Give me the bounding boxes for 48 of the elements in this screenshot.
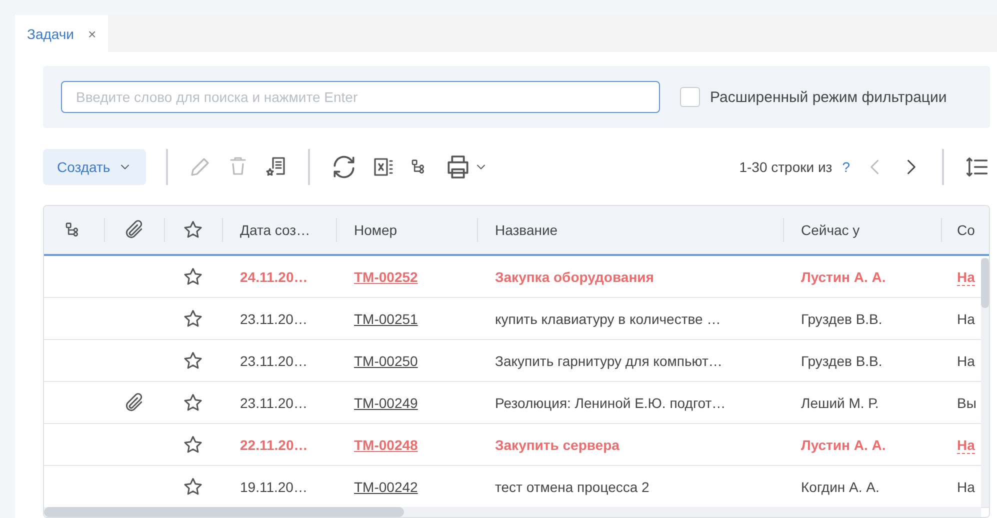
table-cell: На	[957, 478, 975, 496]
paging-text: 1-30 строки из	[739, 159, 832, 175]
star-icon[interactable]	[182, 392, 204, 414]
tab[interactable]: Задачи ×	[15, 15, 108, 52]
create-button[interactable]: Создать	[43, 149, 146, 185]
date-cell: 23.11.20…	[222, 298, 336, 340]
paperclip-icon	[123, 219, 145, 241]
checkbox[interactable]	[680, 87, 700, 107]
task-number-link[interactable]: ТМ-00242	[354, 478, 418, 494]
assignee-cell: Груздев В.В.	[783, 340, 941, 382]
task-number-link[interactable]: ТМ-00250	[354, 352, 418, 368]
assignee-cell: Груздев В.В.	[783, 298, 941, 340]
task-title-cell: Резолюция: Лениной Е.Ю. подгот…	[477, 382, 783, 424]
column-header[interactable]: Дата соз…	[222, 206, 336, 255]
task-title-cell: Закупка оборудования	[477, 255, 783, 298]
star-icon[interactable]	[182, 350, 204, 372]
table-cell: На	[957, 436, 975, 454]
table-cell: На	[957, 310, 975, 328]
assignee-cell: Лустин А. А.	[783, 255, 941, 298]
search-field[interactable]: Введите слово для поиска и нажмите Enter	[61, 81, 660, 113]
star-icon[interactable]	[182, 266, 204, 288]
column-header[interactable]: Название	[477, 206, 783, 255]
task-number-link[interactable]: ТМ-00249	[354, 394, 418, 410]
table-cell: Вы	[957, 394, 976, 412]
horizontal-scrollbar[interactable]	[44, 507, 981, 517]
date-cell: 23.11.20…	[222, 382, 336, 424]
vertical-scrollbar[interactable]	[981, 258, 989, 507]
star-icon[interactable]	[182, 308, 204, 330]
star-icon[interactable]	[182, 476, 204, 498]
total-link[interactable]: ?	[842, 159, 850, 175]
task-title-cell: Закупить гарнитуру для компьют…	[477, 340, 783, 382]
date-cell: 24.11.20…	[222, 255, 336, 298]
task-title-cell: купить клавиатуру в количестве …	[477, 298, 783, 340]
assignee-cell: Лустин А. А.	[783, 424, 941, 466]
paperclip-icon	[123, 392, 145, 414]
task-title-cell: Закупить сервера	[477, 424, 783, 466]
column-header[interactable]: Со	[941, 206, 989, 255]
star-icon[interactable]	[182, 434, 204, 456]
task-number-link[interactable]: ТМ-00251	[354, 310, 418, 326]
column-header[interactable]: Номер	[336, 206, 477, 255]
table-cell: На	[957, 352, 975, 370]
column-header[interactable]: Сейчас у	[783, 206, 941, 255]
table-cell: На	[957, 268, 975, 286]
assignee-cell: Леший М. Р.	[783, 382, 941, 424]
close-icon[interactable]: ×	[88, 26, 96, 42]
checkbox-label: Расширенный режим фильтрации	[710, 88, 947, 106]
date-cell: 22.11.20…	[222, 424, 336, 466]
date-cell: 23.11.20…	[222, 340, 336, 382]
